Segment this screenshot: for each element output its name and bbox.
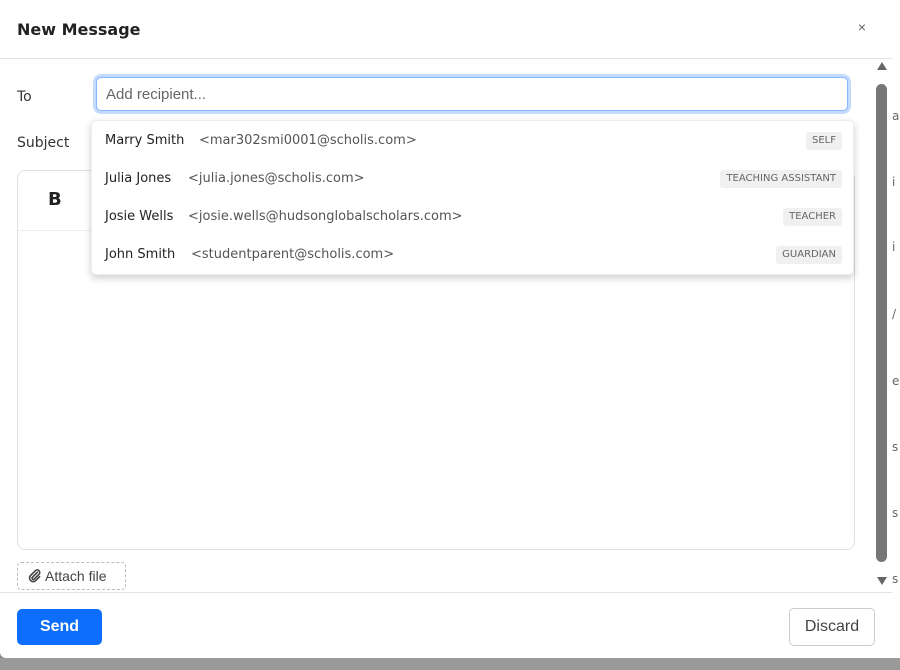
close-icon[interactable]: ×	[852, 17, 872, 37]
modal-title: New Message	[17, 20, 141, 39]
modal-footer: Send Discard	[0, 592, 892, 658]
subject-label: Subject	[17, 135, 70, 151]
suggestion-email: <josie.wells@hudsonglobalscholars.com>	[188, 209, 463, 224]
recipient-input[interactable]	[96, 77, 848, 111]
suggestion-email: <mar302smi0001@scholis.com>	[199, 133, 417, 148]
role-badge: TEACHER	[783, 208, 842, 226]
scroll-up-arrow-icon[interactable]	[877, 62, 887, 70]
paperclip-icon	[28, 569, 41, 583]
role-badge: GUARDIAN	[776, 246, 842, 264]
role-badge: TEACHING ASSISTANT	[720, 170, 842, 188]
recipient-suggestions: Marry Smith <mar302smi0001@scholis.com> …	[91, 120, 854, 275]
discard-button[interactable]: Discard	[789, 608, 875, 646]
suggestion-name: John Smith	[105, 247, 176, 262]
background-text-fragment: i	[892, 175, 896, 189]
new-message-modal: New Message × To Subject B Marry Smith <…	[0, 0, 892, 658]
scrollbar-thumb[interactable]	[876, 84, 887, 562]
suggestion-email: <julia.jones@scholis.com>	[188, 171, 365, 186]
modal-header: New Message ×	[0, 0, 892, 59]
suggestion-email: <studentparent@scholis.com>	[191, 247, 395, 262]
background-text-fragment: s	[892, 572, 899, 586]
background-text-fragment: s	[892, 440, 899, 454]
suggestion-item[interactable]: Marry Smith <mar302smi0001@scholis.com> …	[92, 122, 855, 160]
background-text-fragment: s	[892, 506, 899, 520]
suggestion-item[interactable]: John Smith <studentparent@scholis.com> G…	[92, 236, 855, 274]
background-text-fragment: /	[892, 307, 897, 321]
background-text-fragment: e	[892, 374, 900, 388]
suggestion-name: Julia Jones	[105, 171, 172, 186]
background-text-fragment: a	[892, 109, 900, 123]
background-bottom-strip	[0, 658, 900, 670]
scroll-down-arrow-icon[interactable]	[877, 577, 887, 585]
attach-file-label: Attach file	[45, 568, 107, 584]
role-badge: SELF	[806, 132, 842, 150]
send-button[interactable]: Send	[17, 609, 102, 645]
suggestion-name: Josie Wells	[105, 209, 174, 224]
modal-scrollbar[interactable]	[874, 62, 890, 590]
to-label: To	[17, 89, 32, 105]
suggestion-name: Marry Smith	[105, 133, 185, 148]
suggestion-item[interactable]: Josie Wells <josie.wells@hudsonglobalsch…	[92, 198, 855, 236]
bold-button[interactable]: B	[48, 189, 62, 210]
attach-file-button[interactable]: Attach file	[17, 562, 126, 590]
background-text-fragment: i	[892, 240, 896, 254]
suggestion-item[interactable]: Julia Jones <julia.jones@scholis.com> TE…	[92, 160, 855, 198]
